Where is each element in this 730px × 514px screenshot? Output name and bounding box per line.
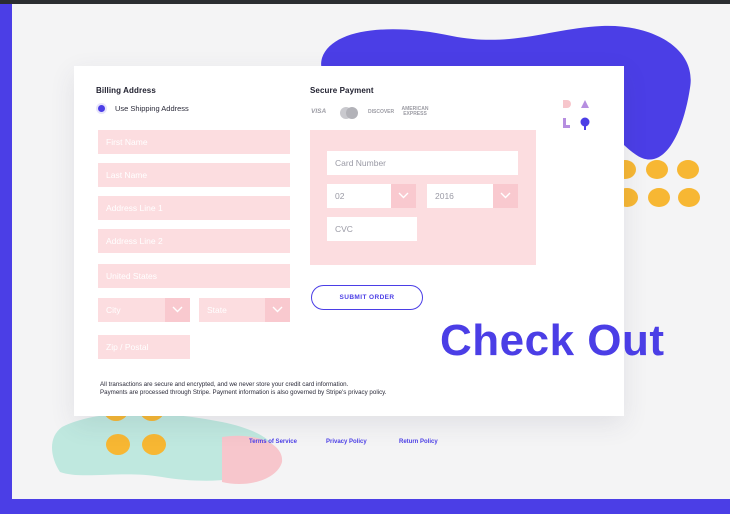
- submit-order-button[interactable]: SUBMIT ORDER: [311, 285, 423, 310]
- expiry-month-value: 02: [335, 191, 345, 201]
- last-name-placeholder: Last Name: [106, 170, 148, 180]
- state-dropdown-button[interactable]: [265, 298, 290, 322]
- zip-field[interactable]: Zip / Postal: [98, 335, 190, 359]
- city-select[interactable]: City: [98, 298, 190, 322]
- chevron-down-icon: [172, 306, 183, 313]
- yellow-dot: [142, 434, 166, 455]
- address-line1-field[interactable]: Address Line 1: [98, 196, 290, 220]
- use-shipping-label: Use Shipping Address: [115, 104, 189, 113]
- amex-logo: AMERICAN EXPRESS: [401, 106, 429, 117]
- expiry-month-select[interactable]: 02: [327, 184, 416, 208]
- chevron-down-icon: [398, 192, 409, 199]
- payment-card-panel: Card Number 02 2016 CVC: [310, 130, 536, 265]
- security-note-line: All transactions are secure and encrypte…: [100, 381, 349, 388]
- zip-placeholder: Zip / Postal: [106, 342, 149, 352]
- security-note: All transactions are secure and encrypte…: [100, 381, 540, 397]
- terms-link[interactable]: Terms of Service: [249, 439, 297, 445]
- expiry-year-select[interactable]: 2016: [427, 184, 518, 208]
- city-dropdown-button[interactable]: [165, 298, 190, 322]
- privacy-link[interactable]: Privacy Policy: [326, 439, 367, 445]
- chevron-down-icon: [272, 306, 283, 313]
- page-headline: Check Out: [440, 316, 665, 365]
- cvc-placeholder: CVC: [335, 224, 353, 234]
- address-line1-placeholder: Address Line 1: [106, 203, 163, 213]
- state-select[interactable]: State: [199, 298, 290, 322]
- mastercard-logo: [338, 106, 360, 120]
- yellow-dot: [646, 160, 668, 179]
- month-dropdown-button[interactable]: [391, 184, 416, 208]
- cvc-input[interactable]: CVC: [327, 217, 417, 241]
- card-number-input[interactable]: Card Number: [327, 151, 518, 175]
- yellow-dot: [677, 160, 699, 179]
- visa-logo: VISA: [311, 108, 327, 115]
- returns-link[interactable]: Return Policy: [399, 439, 438, 445]
- city-placeholder: City: [106, 305, 121, 315]
- chevron-down-icon: [500, 192, 511, 199]
- expiry-year-value: 2016: [435, 191, 454, 201]
- year-dropdown-button[interactable]: [493, 184, 518, 208]
- use-shipping-option[interactable]: Use Shipping Address: [98, 104, 189, 113]
- country-field[interactable]: United States: [98, 264, 290, 288]
- country-value: United States: [106, 271, 158, 281]
- first-name-field[interactable]: First Name: [98, 130, 290, 154]
- mastercard-icon: [340, 107, 358, 119]
- yellow-dot: [106, 434, 130, 455]
- card-number-placeholder: Card Number: [335, 158, 387, 168]
- radio-selected-icon[interactable]: [98, 105, 105, 112]
- billing-title: Billing Address: [96, 86, 156, 95]
- security-note-line: Payments are processed through Stripe. P…: [100, 389, 387, 396]
- brand-logo-icon: [563, 100, 590, 130]
- yellow-dot: [648, 188, 670, 207]
- last-name-field[interactable]: Last Name: [98, 163, 290, 187]
- discover-logo: DISCOVER: [368, 109, 395, 115]
- yellow-dot: [678, 188, 700, 207]
- page-canvas: Billing Address Use Shipping Address Fir…: [12, 4, 730, 499]
- address-line2-field[interactable]: Address Line 2: [98, 229, 290, 253]
- state-placeholder: State: [207, 305, 227, 315]
- payment-title: Secure Payment: [310, 86, 374, 95]
- address-line2-placeholder: Address Line 2: [106, 236, 163, 246]
- first-name-placeholder: First Name: [106, 137, 148, 147]
